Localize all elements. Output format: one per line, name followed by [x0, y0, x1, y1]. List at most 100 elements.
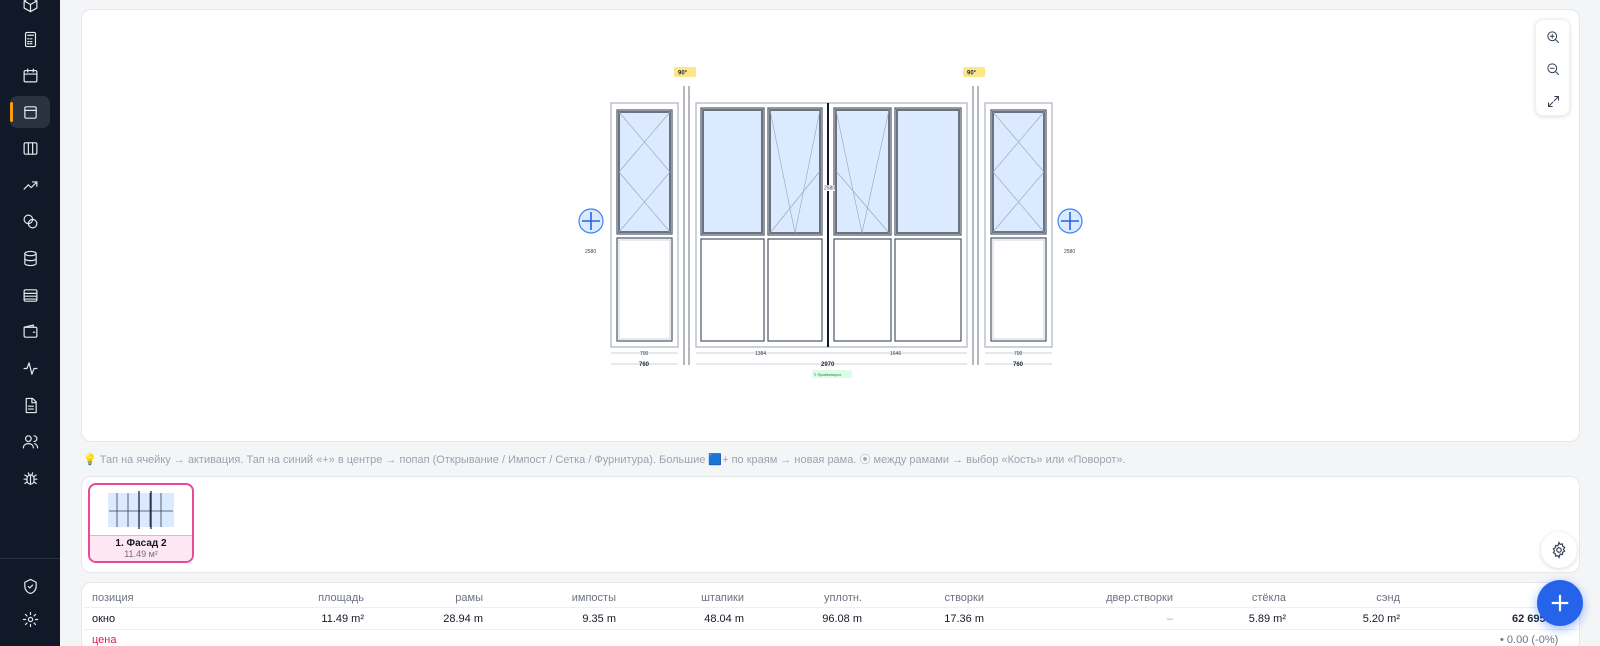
sidebar-item-windows[interactable] — [10, 96, 50, 128]
shield-check-icon — [23, 578, 37, 594]
sidebar-item-bugs[interactable] — [10, 462, 50, 494]
gear-icon — [1552, 541, 1566, 559]
bug-icon — [23, 471, 37, 485]
sidebar-item-cube[interactable] — [10, 0, 50, 20]
sidebar-item-columns[interactable] — [10, 132, 50, 164]
add-item-button[interactable] — [1537, 580, 1583, 626]
table-divider — [83, 629, 1578, 630]
sidebar-item-calendar[interactable] — [10, 59, 50, 91]
svg-text:90°: 90° — [967, 71, 977, 77]
coins-icon — [23, 214, 37, 228]
trending-up-icon — [23, 180, 37, 190]
dim-outer-1: 760 — [639, 362, 650, 368]
calculator-icon — [24, 31, 36, 47]
col-header-beads: штапики — [701, 592, 744, 604]
sidebar-item-documents[interactable] — [10, 389, 50, 421]
col-header-seals: уплотн. — [823, 592, 862, 604]
frame-thumbnail[interactable]: 1. Фасад 2 11.49 м² — [88, 483, 194, 563]
dim-inner-3: 1646 — [890, 351, 901, 357]
price-discount[interactable]: • 0.00 (-0%) — [1500, 634, 1558, 646]
col-header-sashes: створки — [944, 592, 984, 604]
connector-left[interactable] — [683, 86, 690, 365]
dim-left-height: 2580 — [585, 249, 596, 255]
sidebar-item-users[interactable] — [10, 425, 50, 457]
col-header-area: площадь — [318, 592, 364, 604]
zoom-out-icon — [1546, 62, 1559, 75]
window-drawing: .fr { fill: #fff; stroke: #9ca3af; strok… — [578, 67, 1083, 378]
users-icon — [22, 434, 38, 448]
price-label: цена — [92, 634, 117, 646]
col-header-imposts: импосты — [571, 592, 616, 604]
dim-inner-1: 700 — [640, 351, 649, 357]
zoom-out-button[interactable] — [1542, 58, 1564, 80]
col-header-frames: рамы — [455, 592, 483, 604]
sidebar-item-activity[interactable] — [10, 352, 50, 384]
help-hint: 💡 Тап на ячейку → активация. Тап на сини… — [83, 454, 1126, 466]
cell-position: окно — [92, 613, 116, 625]
cell-sashes: 17.36 m — [944, 613, 984, 625]
sidebar-divider — [0, 558, 60, 559]
canvas-area[interactable]: .fr { fill: #fff; stroke: #9ca3af; strok… — [81, 9, 1580, 442]
cell-glass: 5.89 m² — [1248, 613, 1286, 625]
frame-center[interactable]: 2580 — [695, 102, 968, 348]
cell-door-sashes: – — [1166, 613, 1173, 625]
col-header-sand: сэнд — [1376, 592, 1400, 604]
cell-frames: 28.94 m — [443, 613, 483, 625]
add-frame-left-button[interactable] — [578, 208, 604, 234]
frame-thumbnail-caption: 1. Фасад 2 11.49 м² — [90, 535, 192, 561]
cell-seals: 96.08 m — [822, 613, 862, 625]
dim-center-height: 2580 — [824, 186, 835, 192]
frame-thumbnail-image — [108, 491, 174, 529]
dim-inner-2: 1384 — [755, 351, 766, 357]
zoom-in-button[interactable] — [1542, 26, 1564, 48]
columns-icon — [23, 141, 37, 155]
dim-outer-2: 2970 — [821, 362, 835, 368]
cell-area: 11.49 m² — [321, 613, 364, 625]
connector-right[interactable] — [972, 86, 979, 365]
calendar-icon — [23, 68, 37, 82]
sidebar-item-settings[interactable] — [10, 603, 50, 635]
archive-icon — [23, 288, 37, 302]
dim-outer-3: 760 — [1013, 362, 1024, 368]
sidebar-item-database[interactable] — [10, 242, 50, 274]
frames-strip — [81, 476, 1580, 573]
col-header-position: позиция — [92, 592, 134, 604]
add-frame-right-button[interactable] — [1057, 208, 1083, 234]
svg-text:≡ Проём/порог: ≡ Проём/порог — [814, 372, 842, 377]
col-header-door-sashes: двер.створки — [1106, 592, 1173, 604]
cell-beads: 48.04 m — [704, 613, 744, 625]
table-divider — [83, 607, 1578, 608]
sidebar — [0, 0, 60, 646]
frame-right[interactable] — [984, 102, 1053, 348]
svg-text:90°: 90° — [678, 71, 688, 77]
wallet-icon — [23, 324, 37, 338]
settings-button[interactable] — [1541, 532, 1577, 568]
document-icon — [25, 397, 37, 413]
sidebar-item-finance[interactable] — [10, 205, 50, 237]
sidebar-item-security[interactable] — [10, 570, 50, 602]
database-icon — [23, 250, 37, 266]
cell-imposts: 9.35 m — [582, 613, 616, 625]
frame-name: 1. Фасад 2 — [115, 538, 167, 549]
settings-icon — [22, 611, 38, 627]
plus-icon — [1551, 594, 1569, 612]
cube-icon — [23, 0, 37, 12]
activity-icon — [23, 361, 37, 375]
window-icon — [23, 105, 37, 119]
zoom-in-icon — [1546, 30, 1559, 43]
zoom-controls — [1535, 19, 1570, 116]
opening-badge[interactable]: ≡ Проём/порог — [812, 370, 852, 378]
fit-icon — [1547, 95, 1559, 107]
col-header-glass: стёкла — [1251, 592, 1286, 604]
sidebar-item-wallet[interactable] — [10, 315, 50, 347]
frame-left[interactable] — [610, 102, 679, 348]
angle-badge-right[interactable]: 90° — [963, 67, 985, 77]
sidebar-item-analytics[interactable] — [10, 169, 50, 201]
fit-screen-button[interactable] — [1542, 90, 1564, 112]
frame-area: 11.49 м² — [124, 549, 158, 559]
dim-inner-4: 700 — [1014, 351, 1023, 357]
sidebar-item-archive[interactable] — [10, 279, 50, 311]
sidebar-item-calculator[interactable] — [10, 23, 50, 55]
angle-badge-left[interactable]: 90° — [674, 67, 696, 77]
cell-sand: 5.20 m² — [1362, 613, 1400, 625]
